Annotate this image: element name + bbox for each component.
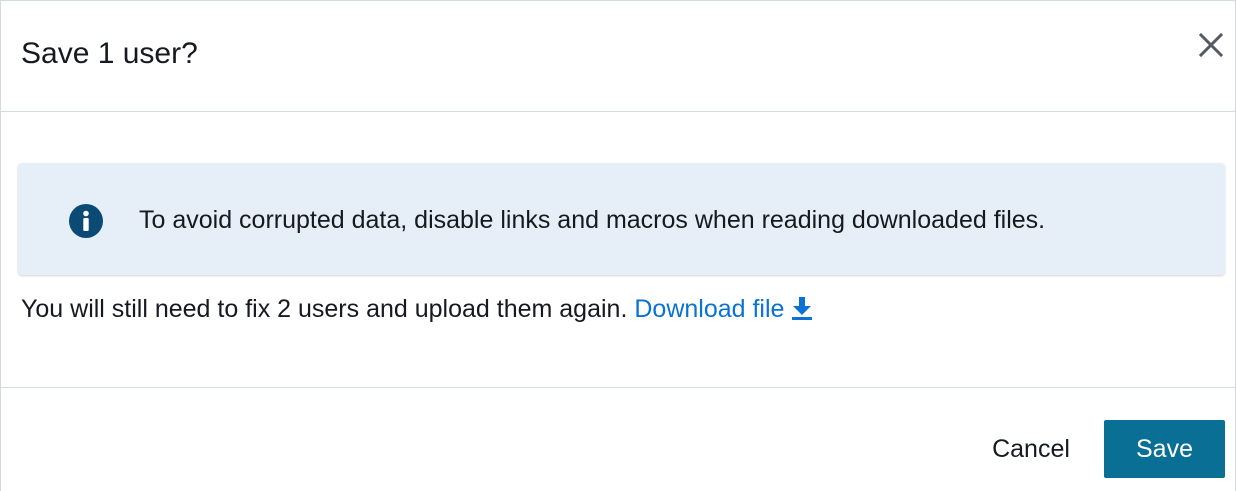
save-users-dialog: Save 1 user? To avoid corrupted data, di… [0,0,1236,491]
dialog-header: Save 1 user? [1,1,1235,112]
download-file-label: Download file [634,295,785,323]
dialog-title: Save 1 user? [21,37,198,70]
download-icon [792,297,813,320]
fix-users-message: You will still need to fix 2 users and u… [21,292,814,326]
cancel-button[interactable]: Cancel [975,420,1087,478]
save-button[interactable]: Save [1104,420,1225,478]
close-icon [1198,32,1224,58]
info-icon [69,204,103,238]
info-alert: To avoid corrupted data, disable links a… [18,163,1225,275]
download-file-link[interactable]: Download file [634,295,814,323]
alert-message: To avoid corrupted data, disable links a… [139,206,1046,234]
dialog-body: To avoid corrupted data, disable links a… [1,112,1235,388]
fix-users-text: You will still need to fix 2 users and u… [21,295,628,323]
close-button[interactable] [1197,31,1225,59]
dialog-footer: Cancel Save [1,388,1235,491]
